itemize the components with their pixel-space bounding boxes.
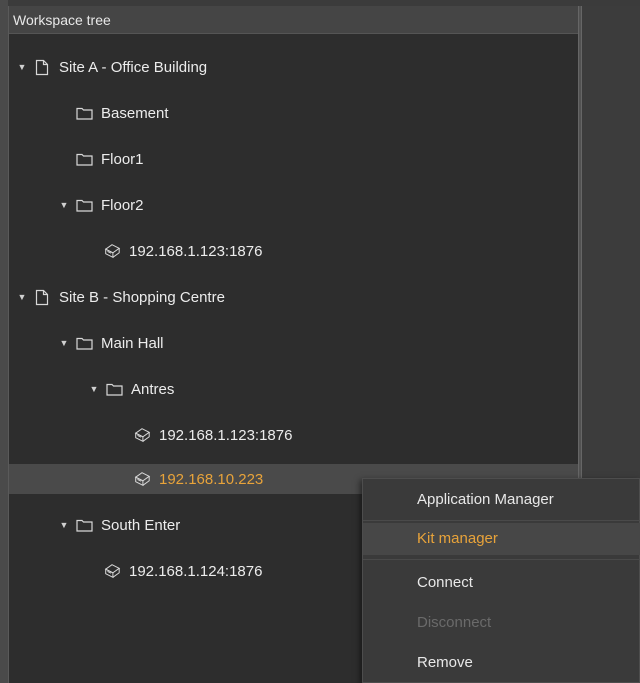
menu-item-remove[interactable]: Remove bbox=[363, 647, 640, 679]
tree-node-site-a[interactable]: ▼ Site A - Office Building bbox=[9, 52, 208, 82]
chevron-down-icon[interactable]: ▼ bbox=[57, 518, 71, 532]
menu-separator bbox=[363, 559, 640, 560]
chevron-down-icon[interactable]: ▼ bbox=[57, 198, 71, 212]
tree-node-main-hall[interactable]: ▼ Main Hall bbox=[9, 328, 164, 358]
tree-node-label: 192.168.1.123:1876 bbox=[129, 242, 263, 260]
tree-node-label: 192.168.1.124:1876 bbox=[129, 562, 263, 580]
tree-node-basement[interactable]: Basement bbox=[9, 98, 169, 128]
document-icon bbox=[33, 288, 51, 306]
menu-item-disconnect: Disconnect bbox=[417, 614, 492, 631]
device-icon bbox=[133, 470, 151, 488]
chevron-down-icon[interactable]: ▼ bbox=[57, 336, 71, 350]
context-menu: Application Manager Kit manager Connect … bbox=[362, 478, 640, 683]
app-window: Workspace tree ▼ Site A - Office Buildin… bbox=[0, 0, 640, 683]
tree-node-label: 192.168.10.223 bbox=[159, 470, 264, 488]
folder-icon bbox=[75, 516, 93, 534]
device-icon bbox=[103, 242, 121, 260]
tree-node-label: Floor2 bbox=[101, 196, 144, 214]
tree-node-antres[interactable]: ▼ Antres bbox=[9, 374, 175, 404]
menu-item-application-manager[interactable]: Application Manager bbox=[363, 484, 640, 516]
tree-node-label: Antres bbox=[131, 380, 175, 398]
tree-node-label: South Enter bbox=[101, 516, 181, 534]
tree-node-site-b[interactable]: ▼ Site B - Shopping Centre bbox=[9, 282, 225, 312]
chevron-down-icon[interactable]: ▼ bbox=[15, 60, 29, 74]
tree-node-label: Site A - Office Building bbox=[59, 58, 208, 76]
tree-node-floor1[interactable]: Floor1 bbox=[9, 144, 144, 174]
menu-item-kit-manager[interactable]: Kit manager bbox=[363, 523, 640, 555]
menu-item-connect[interactable]: Connect bbox=[363, 567, 640, 599]
document-icon bbox=[33, 58, 51, 76]
chevron-down-icon[interactable]: ▼ bbox=[87, 382, 101, 396]
tree-node-label: Floor1 bbox=[101, 150, 144, 168]
device-icon bbox=[133, 426, 151, 444]
outer-frame bbox=[0, 0, 8, 683]
tree-node-device[interactable]: 192.168.1.123:1876 bbox=[9, 420, 292, 450]
tree-node-south-enter[interactable]: ▼ South Enter bbox=[9, 510, 181, 540]
menu-separator bbox=[363, 520, 640, 521]
panel-title: Workspace tree bbox=[9, 6, 579, 34]
tree-node-label: Main Hall bbox=[101, 334, 164, 352]
tree-node-floor2[interactable]: ▼ Floor2 bbox=[9, 190, 144, 220]
folder-icon bbox=[75, 150, 93, 168]
tree-node-label: 192.168.1.123:1876 bbox=[159, 426, 293, 444]
folder-icon bbox=[75, 196, 93, 214]
tree-node-device[interactable]: 192.168.1.123:1876 bbox=[9, 236, 262, 266]
folder-icon bbox=[75, 104, 93, 122]
folder-icon bbox=[105, 380, 123, 398]
tree-node-device[interactable]: 192.168.1.124:1876 bbox=[9, 556, 262, 586]
folder-icon bbox=[75, 334, 93, 352]
chevron-down-icon[interactable]: ▼ bbox=[15, 290, 29, 304]
device-icon bbox=[103, 562, 121, 580]
tree-node-label: Basement bbox=[101, 104, 169, 122]
tree-node-label: Site B - Shopping Centre bbox=[59, 288, 225, 306]
